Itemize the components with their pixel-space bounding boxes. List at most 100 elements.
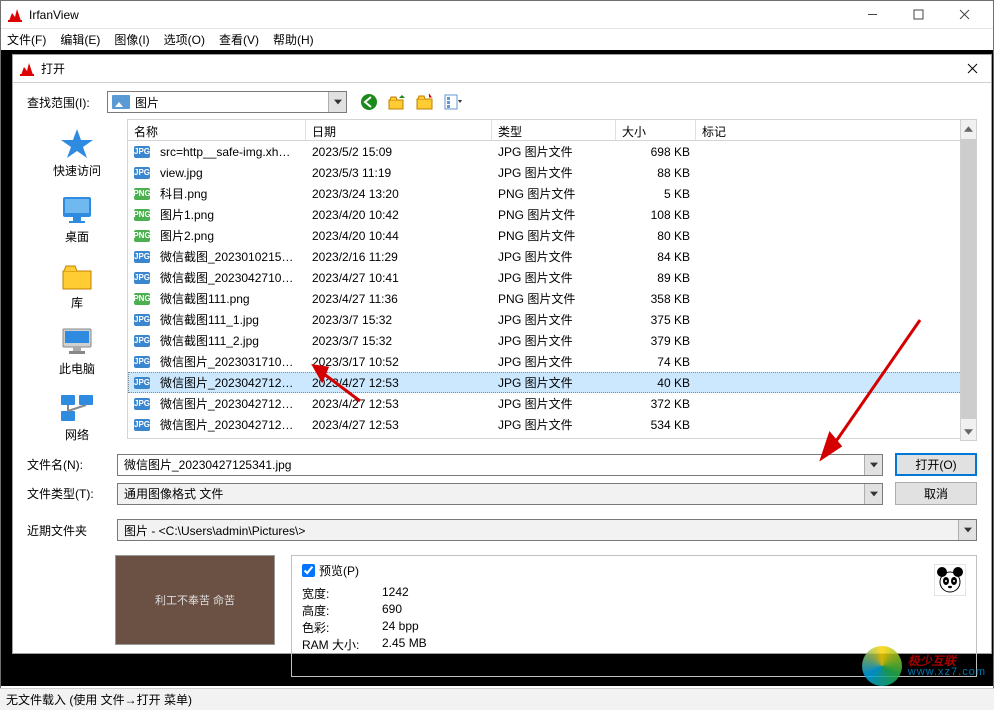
png-file-icon: PNG <box>134 188 150 200</box>
header-name[interactable]: 名称 <box>128 120 306 140</box>
file-type: JPG 图片文件 <box>492 353 616 370</box>
preview-check-label: 预览(P) <box>319 562 359 579</box>
app-logo-icon <box>7 7 23 23</box>
header-tag[interactable]: 标记 <box>696 120 976 140</box>
preview-check-input[interactable] <box>302 564 315 577</box>
combo-dropdown-icon[interactable] <box>864 484 882 504</box>
scrollbar-vertical[interactable] <box>960 119 977 441</box>
info-value: 1242 <box>382 585 409 602</box>
file-row[interactable]: JPG微信截图_202304271041...2023/4/27 10:41JP… <box>128 267 976 288</box>
file-row[interactable]: JPG微信截图_202301021545...2023/2/16 11:29JP… <box>128 246 976 267</box>
file-name: 微信截图_202304271041... <box>154 269 300 286</box>
open-button[interactable]: 打开(O) <box>895 453 977 476</box>
scroll-down-icon[interactable] <box>961 423 976 440</box>
file-name: 微信图片_202303171052... <box>154 353 300 370</box>
file-row[interactable]: PNG科目.png2023/3/24 13:20PNG 图片文件5 KB <box>128 183 976 204</box>
menu-image[interactable]: 图像(I) <box>114 31 149 48</box>
menu-view[interactable]: 查看(V) <box>219 31 259 48</box>
file-row[interactable]: PNG图片1.png2023/4/20 10:42PNG 图片文件108 KB <box>128 204 976 225</box>
file-type: JPG 图片文件 <box>492 374 616 391</box>
file-type: JPG 图片文件 <box>492 164 616 181</box>
scroll-up-icon[interactable] <box>961 120 976 137</box>
file-row[interactable]: JPG 微信图片_202303171052... 2023/3/17 10:52JP… <box>128 351 976 372</box>
menu-help[interactable]: 帮助(H) <box>273 31 314 48</box>
file-size: 534 KB <box>616 418 696 432</box>
list-header[interactable]: 名称 日期 类型 大小 标记 <box>127 119 977 141</box>
file-size: 698 KB <box>616 145 696 159</box>
lookin-combo[interactable]: 图片 <box>107 91 347 113</box>
place-label: 快速访问 <box>53 162 101 179</box>
file-row[interactable]: JPG微信图片_202304271253...2023/4/27 12:53JP… <box>128 393 976 414</box>
menu-options[interactable]: 选项(O) <box>164 31 205 48</box>
combo-dropdown-icon[interactable] <box>864 455 882 475</box>
file-row[interactable]: PNG微信截图111.png2023/4/27 11:36PNG 图片文件358… <box>128 288 976 309</box>
file-type: JPG 图片文件 <box>492 416 616 433</box>
file-type: JPG 图片文件 <box>492 269 616 286</box>
place-label: 库 <box>71 294 83 311</box>
preview-checkbox[interactable]: 预览(P) <box>302 562 966 579</box>
menu-file[interactable]: 文件(F) <box>7 31 46 48</box>
file-name: 微信截图_202301021545... <box>154 248 300 265</box>
file-size: 358 KB <box>616 292 696 306</box>
new-folder-icon[interactable] <box>415 92 435 112</box>
watermark: 极少互联 www.xz7.com <box>862 646 986 686</box>
place-thispc[interactable]: 此电脑 <box>59 325 95 377</box>
file-type: PNG 图片文件 <box>492 290 616 307</box>
combo-dropdown-icon[interactable] <box>958 520 976 540</box>
back-icon[interactable] <box>359 92 379 112</box>
recent-combo[interactable]: 图片 - <C:\Users\admin\Pictures\> <box>117 519 977 541</box>
dialog-logo-icon <box>19 61 35 77</box>
filetype-combo[interactable]: 通用图像格式 文件 <box>117 483 883 505</box>
place-network[interactable]: 网络 <box>59 391 95 443</box>
menu-edit[interactable]: 编辑(E) <box>60 31 100 48</box>
close-button[interactable] <box>941 1 987 29</box>
info-value: 24 bpp <box>382 619 419 636</box>
header-size[interactable]: 大小 <box>616 120 696 140</box>
minimize-button[interactable] <box>849 1 895 29</box>
info-value: 690 <box>382 602 402 619</box>
file-row[interactable]: JPGsrc=http__safe-img.xhs...2023/5/2 15:… <box>128 141 976 162</box>
file-row[interactable]: JPG微信截图111_2.jpg2023/3/7 15:32JPG 图片文件37… <box>128 330 976 351</box>
place-quickaccess[interactable]: 快速访问 <box>53 127 101 179</box>
header-type[interactable]: 类型 <box>492 120 616 140</box>
file-row[interactable]: JPG微信图片_202304271253...2023/4/27 12:53JP… <box>128 414 976 435</box>
dialog-title: 打开 <box>41 60 65 77</box>
jpg-file-icon: JPG <box>134 251 150 263</box>
file-size: 108 KB <box>616 208 696 222</box>
file-row[interactable]: PNG图片2.png2023/4/20 10:44PNG 图片文件80 KB <box>128 225 976 246</box>
png-file-icon: PNG <box>134 230 150 242</box>
file-date: 2023/4/20 10:42 <box>306 208 492 222</box>
folder-pictures-icon <box>112 95 130 109</box>
png-file-icon: PNG <box>134 293 150 305</box>
cancel-button[interactable]: 取消 <box>895 482 977 505</box>
up-folder-icon[interactable] <box>387 92 407 112</box>
file-row[interactable]: JPGview.jpg2023/5/3 11:19JPG 图片文件88 KB <box>128 162 976 183</box>
dialog-close-button[interactable] <box>959 56 985 82</box>
header-date[interactable]: 日期 <box>306 120 492 140</box>
status-text: 无文件载入 (使用 文件→打开 菜单) <box>6 691 192 708</box>
preview-thumbnail: 利工不奉苦 命苦 <box>115 555 275 645</box>
filename-input[interactable]: 微信图片_20230427125341.jpg <box>117 454 883 476</box>
file-date: 2023/3/17 10:52 <box>306 355 492 369</box>
jpg-file-icon: JPG <box>134 356 150 368</box>
scroll-thumb[interactable] <box>961 139 976 419</box>
file-size: 74 KB <box>616 355 696 369</box>
file-date: 2023/5/3 11:19 <box>306 166 492 180</box>
watermark-logo-icon <box>862 646 902 686</box>
status-bar: 无文件载入 (使用 文件→打开 菜单) <box>0 688 994 710</box>
jpg-file-icon: JPG <box>134 314 150 326</box>
file-date: 2023/3/7 15:32 <box>306 334 492 348</box>
png-file-icon: PNG <box>134 209 150 221</box>
file-name: 微信截图111_2.jpg <box>154 332 265 349</box>
maximize-button[interactable] <box>895 1 941 29</box>
file-type: PNG 图片文件 <box>492 185 616 202</box>
file-row[interactable]: JPG微信截图111_1.jpg2023/3/7 15:32JPG 图片文件37… <box>128 309 976 330</box>
view-mode-icon[interactable] <box>443 92 463 112</box>
place-desktop[interactable]: 桌面 <box>59 193 95 245</box>
file-size: 88 KB <box>616 166 696 180</box>
place-label: 网络 <box>65 426 89 443</box>
recent-label: 近期文件夹 <box>27 522 117 539</box>
place-libraries[interactable]: 库 <box>59 259 95 311</box>
file-row[interactable]: JPG微信图片_202304271253...2023/4/27 12:53JP… <box>128 372 976 393</box>
combo-dropdown-icon[interactable] <box>328 92 346 112</box>
